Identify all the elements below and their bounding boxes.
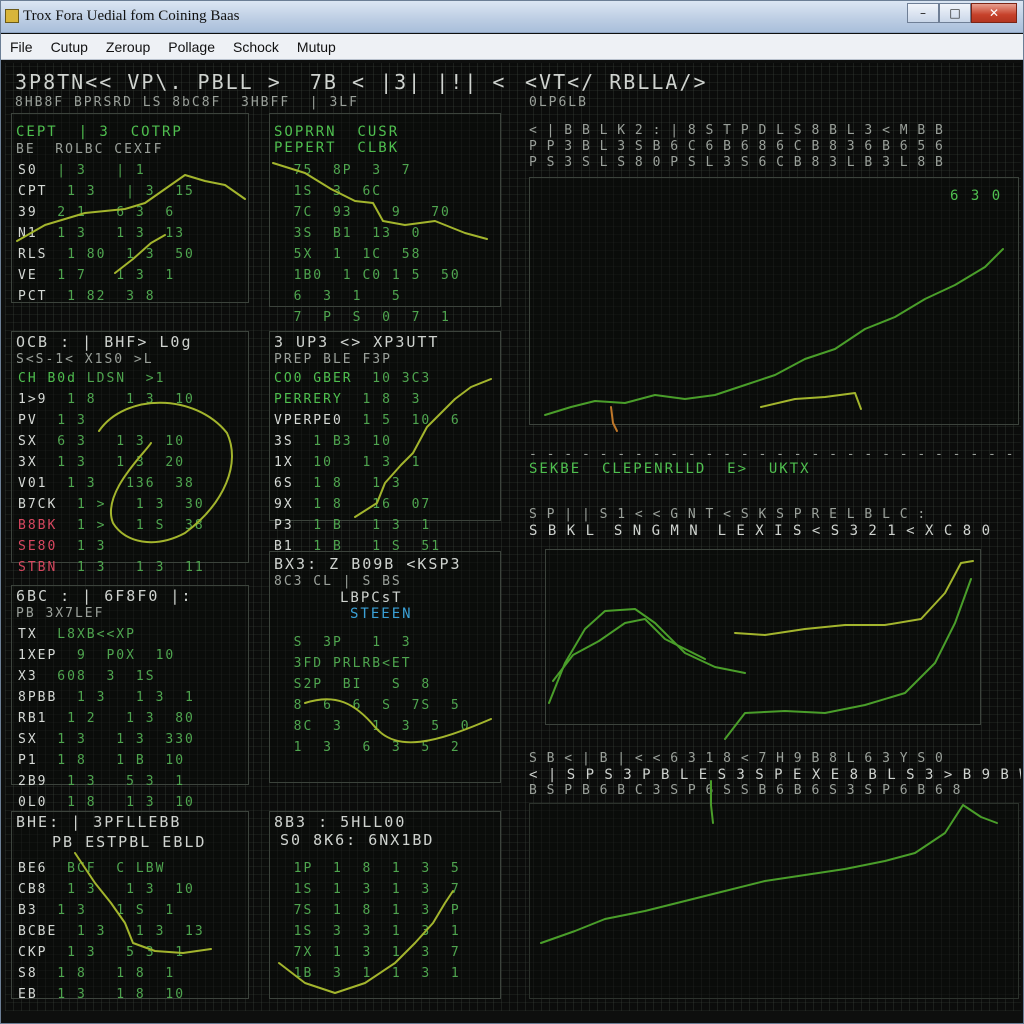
menu-mutup[interactable]: Mutup <box>288 39 345 55</box>
trace-panel-7 <box>74 852 212 954</box>
app-icon <box>5 9 19 23</box>
trace-panel-6 <box>304 698 492 744</box>
trace-chart-2-a <box>548 608 746 704</box>
app-window: Trox Fora Uedial fom Coining Baas – □ ✕ … <box>0 0 1024 1024</box>
trace-panel-8 <box>278 890 454 994</box>
title-bar[interactable]: Trox Fora Uedial fom Coining Baas – □ ✕ <box>1 1 1023 33</box>
close-button[interactable]: ✕ <box>971 3 1017 23</box>
trace-chart-3-spike <box>710 780 714 824</box>
trace-overlay <box>16 162 1004 994</box>
trace-panel-1 <box>16 174 246 242</box>
terminal-content: 3P8TN<< VP\. PBLL > 7B < |3| |!| < 8HB8F… <box>5 63 1021 1011</box>
trace-chart-2-c <box>734 560 974 636</box>
menu-schock[interactable]: Schock <box>224 39 288 55</box>
menu-zeroup[interactable]: Zeroup <box>97 39 159 55</box>
trace-chart-2-d <box>724 578 972 740</box>
minimize-button[interactable]: – <box>907 3 939 23</box>
trace-chart-1 <box>544 248 1004 416</box>
trace-chart-3 <box>540 804 998 944</box>
menu-cutup[interactable]: Cutup <box>42 39 97 55</box>
window-title: Trox Fora Uedial fom Coining Baas <box>23 8 240 24</box>
maximize-button[interactable]: □ <box>939 3 971 23</box>
menu-file[interactable]: File <box>1 39 42 55</box>
trace-panel-3 <box>98 401 233 544</box>
trace-panel-1-b <box>114 234 166 274</box>
trace-chart-1-b <box>760 392 862 410</box>
trace-panel-2 <box>272 162 488 240</box>
trace-panel-4 <box>354 378 492 518</box>
menu-pollage[interactable]: Pollage <box>159 39 224 55</box>
window-controls: – □ ✕ <box>907 3 1017 23</box>
menu-bar: File Cutup Zeroup Pollage Schock Mutup <box>1 34 1023 60</box>
trace-chart-1-spike <box>610 406 618 432</box>
